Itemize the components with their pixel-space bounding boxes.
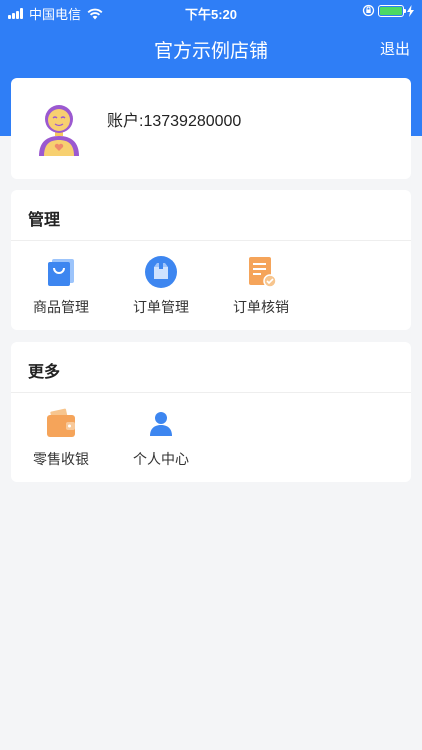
order-management-label: 订单管理 <box>133 299 189 315</box>
order-verification-button[interactable]: 订单核销 <box>211 241 311 329</box>
battery-fill <box>380 6 402 15</box>
more-section-title: 更多 <box>11 342 411 393</box>
orientation-lock-icon <box>362 4 375 17</box>
retail-checkout-label: 零售收银 <box>33 451 89 467</box>
battery-icon <box>378 4 406 17</box>
shopping-bag-icon <box>48 259 74 286</box>
manage-section: 管理 商品管理 订单管理 订单核销 <box>11 190 411 330</box>
logout-button[interactable]: 退出 <box>380 38 410 59</box>
person-icon <box>150 412 172 436</box>
manage-section-title: 管理 <box>11 190 411 241</box>
more-grid: 零售收银 个人中心 <box>11 393 411 481</box>
status-time: 下午5:20 <box>184 7 238 22</box>
more-section: 更多 零售收银 个人中心 <box>11 342 411 482</box>
product-management-button[interactable]: 商品管理 <box>11 241 111 329</box>
nav-bar: 官方示例店铺 退出 <box>0 24 422 70</box>
personal-center-button[interactable]: 个人中心 <box>111 393 211 481</box>
app-screen: 中国电信 下午5:20 官方示例店铺 退出 账户:13739280000 管理 … <box>0 0 422 750</box>
status-right <box>362 4 414 17</box>
page-title: 官方示例店铺 <box>153 41 268 62</box>
account-label: 账户:13739280000 <box>107 113 242 130</box>
personal-center-label: 个人中心 <box>133 451 189 467</box>
account-card: 账户:13739280000 <box>11 78 411 179</box>
order-management-button[interactable]: 订单管理 <box>111 241 211 329</box>
order-box-icon <box>145 256 177 288</box>
manage-grid: 商品管理 订单管理 订单核销 <box>11 241 411 329</box>
user-avatar-icon <box>39 105 79 156</box>
order-verify-icon <box>249 257 277 288</box>
retail-checkout-button[interactable]: 零售收银 <box>11 393 111 481</box>
order-verification-label: 订单核销 <box>233 299 289 315</box>
status-bar: 中国电信 下午5:20 <box>0 0 422 24</box>
product-management-label: 商品管理 <box>33 299 89 315</box>
charging-icon <box>407 4 414 17</box>
wallet-icon <box>47 408 75 437</box>
